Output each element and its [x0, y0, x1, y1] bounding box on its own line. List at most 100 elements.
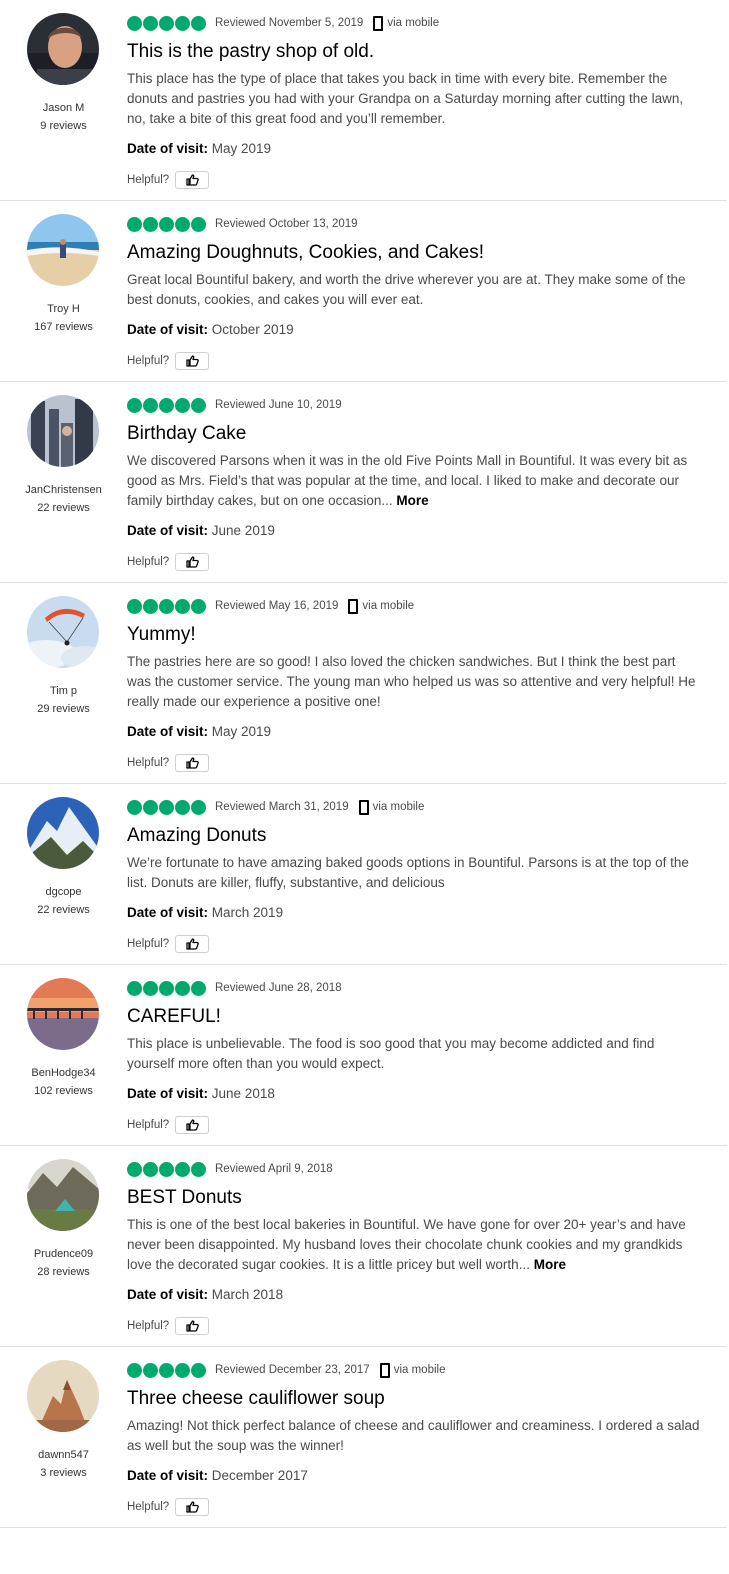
- helpful-vote-button[interactable]: [175, 935, 210, 953]
- rating-bubble: [191, 980, 206, 996]
- review-meta: Reviewed June 28, 2018: [127, 978, 702, 998]
- rating-bubble: [175, 1161, 190, 1177]
- via-mobile-label: via mobile: [362, 600, 415, 612]
- via-mobile-badge: via mobile: [379, 1362, 445, 1378]
- reviewer-info: BenHodge34 102 reviews: [0, 978, 127, 1098]
- rating-bubble: [143, 1362, 158, 1378]
- reviewer-info: JanChristensen 22 reviews: [0, 395, 127, 515]
- helpful-vote-button[interactable]: [175, 754, 210, 772]
- reviewer-username[interactable]: Troy H: [0, 302, 127, 316]
- helpful-row: Helpful?: [127, 934, 702, 964]
- review-meta: Reviewed May 16, 2019 via mobile: [127, 596, 702, 616]
- rating-bubbles: [127, 397, 206, 413]
- rating-bubble: [191, 216, 206, 232]
- rating-bubble: [143, 15, 158, 31]
- reviewer-username[interactable]: dgcope: [0, 885, 127, 899]
- helpful-row: Helpful?: [127, 1316, 702, 1346]
- avatar-beach-icon[interactable]: [27, 214, 99, 286]
- helpful-vote-button[interactable]: [175, 171, 210, 189]
- helpful-row: Helpful?: [127, 351, 702, 381]
- helpful-row: Helpful?: [127, 170, 702, 200]
- read-more-link[interactable]: More: [534, 1257, 566, 1272]
- rating-bubble: [191, 799, 206, 815]
- mobile-phone-icon: [358, 799, 369, 815]
- review-title[interactable]: Amazing Donuts: [127, 824, 702, 848]
- avatar-man-portrait-icon[interactable]: [27, 13, 99, 85]
- reviewer-username[interactable]: BenHodge34: [0, 1066, 127, 1080]
- review-body: The pastries here are so good! I also lo…: [127, 652, 702, 712]
- avatar-rock-formation-icon[interactable]: [27, 1360, 99, 1432]
- rating-bubble: [159, 1161, 174, 1177]
- review-title[interactable]: Amazing Doughnuts, Cookies, and Cakes!: [127, 241, 702, 265]
- helpful-vote-button[interactable]: [175, 352, 210, 370]
- review-content: Reviewed March 31, 2019 via mobile Amazi…: [127, 797, 702, 964]
- helpful-vote-button[interactable]: [175, 1498, 210, 1516]
- review-card: dawnn547 3 reviews Reviewed December 23,…: [0, 1347, 727, 1528]
- date-of-visit-label: Date of visit:: [127, 1468, 209, 1483]
- date-of-visit: Date of visit: March 2019: [127, 903, 702, 923]
- rating-bubble: [159, 598, 174, 614]
- reviewer-username[interactable]: JanChristensen: [0, 483, 127, 497]
- reviewed-date: Reviewed March 31, 2019: [215, 801, 349, 813]
- avatar-paraglider-icon[interactable]: [27, 596, 99, 668]
- helpful-vote-button[interactable]: [175, 1317, 210, 1335]
- reviewed-date: Reviewed June 10, 2019: [215, 399, 342, 411]
- review-title[interactable]: CAREFUL!: [127, 1005, 702, 1029]
- helpful-label: Helpful?: [127, 1501, 170, 1513]
- review-body-text: The pastries here are so good! I also lo…: [127, 654, 696, 709]
- review-meta: Reviewed April 9, 2018: [127, 1159, 702, 1179]
- via-mobile-badge: via mobile: [358, 799, 424, 815]
- reviewer-username[interactable]: dawnn547: [0, 1448, 127, 1462]
- read-more-link[interactable]: More: [396, 493, 428, 508]
- review-title[interactable]: Birthday Cake: [127, 422, 702, 446]
- reviewer-review-count: 9 reviews: [40, 120, 87, 132]
- reviewer-username[interactable]: Prudence09: [0, 1247, 127, 1261]
- avatar-gothic-building-icon[interactable]: [27, 395, 99, 467]
- reviewed-date: Reviewed May 16, 2019: [215, 600, 339, 612]
- avatar-sunset-pier-icon[interactable]: [27, 978, 99, 1050]
- helpful-vote-button[interactable]: [175, 553, 210, 571]
- helpful-row: Helpful?: [127, 753, 702, 783]
- rating-bubble: [159, 397, 174, 413]
- date-of-visit: Date of visit: May 2019: [127, 722, 702, 742]
- review-meta: Reviewed November 5, 2019 via mobile: [127, 13, 702, 33]
- rating-bubble: [159, 799, 174, 815]
- review-title[interactable]: Three cheese cauliflower soup: [127, 1387, 702, 1411]
- reviewer-info: Troy H 167 reviews: [0, 214, 127, 334]
- rating-bubble: [127, 598, 142, 614]
- reviewed-date: Reviewed October 13, 2019: [215, 218, 358, 230]
- helpful-vote-button[interactable]: [175, 1116, 210, 1134]
- date-of-visit-label: Date of visit:: [127, 1086, 209, 1101]
- avatar-tent-icon[interactable]: [27, 1159, 99, 1231]
- review-content: Reviewed May 16, 2019 via mobile Yummy! …: [127, 596, 702, 783]
- rating-bubble: [143, 216, 158, 232]
- reviewer-username[interactable]: Jason M: [0, 101, 127, 115]
- helpful-label: Helpful?: [127, 1119, 170, 1131]
- date-of-visit-value: December 2017: [211, 1468, 308, 1483]
- date-of-visit-label: Date of visit:: [127, 724, 209, 739]
- review-body: We’re fortunate to have amazing baked go…: [127, 853, 702, 893]
- reviewer-info: Prudence09 28 reviews: [0, 1159, 127, 1279]
- reviewer-username[interactable]: Tim p: [0, 684, 127, 698]
- date-of-visit: Date of visit: March 2018: [127, 1285, 702, 1305]
- rating-bubble: [191, 15, 206, 31]
- helpful-label: Helpful?: [127, 938, 170, 950]
- review-body-text: This is one of the best local bakeries i…: [127, 1217, 686, 1272]
- review-content: Reviewed April 9, 2018 BEST Donuts This …: [127, 1159, 702, 1346]
- review-title[interactable]: This is the pastry shop of old.: [127, 40, 702, 64]
- review-body: This place is unbelievable. The food is …: [127, 1034, 702, 1074]
- review-title[interactable]: BEST Donuts: [127, 1186, 702, 1210]
- mobile-phone-icon: [379, 1362, 390, 1378]
- review-card: dgcope 22 reviews Reviewed March 31, 201…: [0, 784, 727, 965]
- reviewed-date: Reviewed December 23, 2017: [215, 1364, 370, 1376]
- helpful-label: Helpful?: [127, 556, 170, 568]
- review-content: Reviewed June 10, 2019 Birthday Cake We …: [127, 395, 702, 582]
- reviewer-review-count: 3 reviews: [40, 1467, 87, 1479]
- review-title[interactable]: Yummy!: [127, 623, 702, 647]
- date-of-visit: Date of visit: December 2017: [127, 1466, 702, 1486]
- reviewer-review-count: 22 reviews: [37, 502, 90, 514]
- rating-bubble: [175, 397, 190, 413]
- avatar-mountain-icon[interactable]: [27, 797, 99, 869]
- rating-bubbles: [127, 216, 206, 232]
- review-body-text: This place has the type of place that ta…: [127, 71, 684, 126]
